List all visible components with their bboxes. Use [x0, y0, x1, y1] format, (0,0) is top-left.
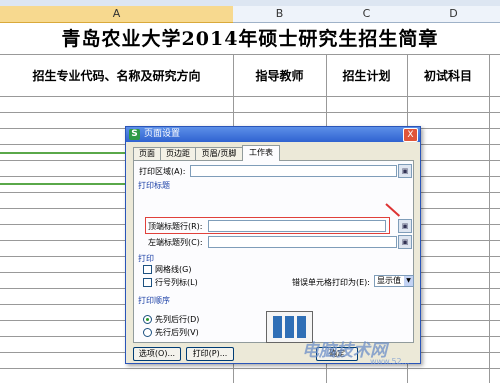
error-print-label: 错误单元格打印为(E):	[292, 278, 370, 287]
red-arrow-icon	[385, 203, 401, 217]
page-setup-dialog: S 页面设置 X 页面 页边距 页眉/页脚 工作表 打印区域(A): ▣ 打印标…	[125, 126, 421, 364]
page-block-icon	[285, 316, 294, 338]
print-order-section: 打印顺序	[138, 296, 170, 305]
order-option-label: 先行后列(V)	[155, 328, 199, 337]
header-cell-plan[interactable]: 招生计划	[326, 58, 407, 94]
close-button[interactable]: X	[403, 128, 418, 142]
tab-header-footer[interactable]: 页眉/页脚	[195, 147, 243, 160]
tab-page[interactable]: 页面	[133, 147, 161, 160]
page-block-icon	[297, 316, 306, 338]
print-area-picker-icon[interactable]: ▣	[398, 164, 412, 178]
rowcol-headers-label: 行号列标(L)	[155, 278, 198, 287]
header-cell-subjects[interactable]: 初试科目	[407, 58, 489, 94]
left-cols-label: 左端标题列(C):	[148, 238, 203, 247]
top-rows-label: 顶端标题行(R):	[148, 222, 203, 231]
column-header-c[interactable]: C	[326, 6, 408, 23]
print-button[interactable]: 打印(P)...	[186, 347, 234, 361]
page-block-icon	[273, 316, 282, 338]
left-cols-picker-icon[interactable]: ▣	[398, 235, 412, 249]
left-cols-input[interactable]	[208, 236, 397, 248]
chevron-down-icon[interactable]: ▼	[404, 276, 413, 286]
column-border	[489, 54, 490, 383]
print-section: 打印	[138, 254, 154, 263]
sheet-title[interactable]: 青岛农业大学2014年硕士研究生招生简章	[0, 24, 500, 54]
order-over-then-down-radio[interactable]	[143, 328, 152, 337]
print-area-input[interactable]	[190, 165, 397, 177]
app-icon: S	[129, 129, 140, 140]
tab-margins[interactable]: 页边距	[160, 147, 196, 160]
rowcol-headers-checkbox[interactable]	[143, 278, 152, 287]
order-down-then-over-radio[interactable]	[143, 315, 152, 324]
watermark-url: www.52...	[370, 357, 410, 366]
column-header-a[interactable]: A	[0, 6, 234, 23]
tab-sheet[interactable]: 工作表	[242, 145, 280, 161]
header-cell-supervisor[interactable]: 指导教师	[233, 58, 326, 94]
print-area-label: 打印区域(A):	[139, 167, 186, 176]
error-print-select[interactable]: 显示值 ▼	[374, 275, 414, 287]
row-border	[0, 54, 500, 55]
column-header-b[interactable]: B	[233, 6, 327, 23]
order-option-label: 先列后行(D)	[155, 315, 200, 324]
dialog-title: 页面设置	[144, 129, 181, 139]
page-break-line	[0, 152, 125, 154]
top-rows-input[interactable]	[208, 220, 386, 232]
print-titles-section: 打印标题	[138, 181, 170, 190]
row-border	[0, 368, 500, 369]
row-border	[0, 112, 500, 113]
page-break-line	[0, 183, 125, 185]
header-cell-major[interactable]: 招生专业代码、名称及研究方向	[0, 58, 233, 94]
top-rows-picker-icon[interactable]: ▣	[398, 219, 412, 233]
sheet-tab-panel: 打印区域(A): ▣ 打印标题 顶端标题行(R): ▣ 左端标题列(C): ▣ …	[133, 160, 414, 343]
options-button[interactable]: 选项(O)...	[133, 347, 181, 361]
dialog-titlebar[interactable]: S 页面设置 X	[126, 127, 420, 142]
row-border	[0, 96, 500, 97]
error-print-value: 显示值	[377, 276, 401, 285]
gridlines-label: 网格线(G)	[155, 265, 192, 274]
column-header-d[interactable]: D	[407, 6, 500, 23]
gridlines-checkbox[interactable]	[143, 265, 152, 274]
